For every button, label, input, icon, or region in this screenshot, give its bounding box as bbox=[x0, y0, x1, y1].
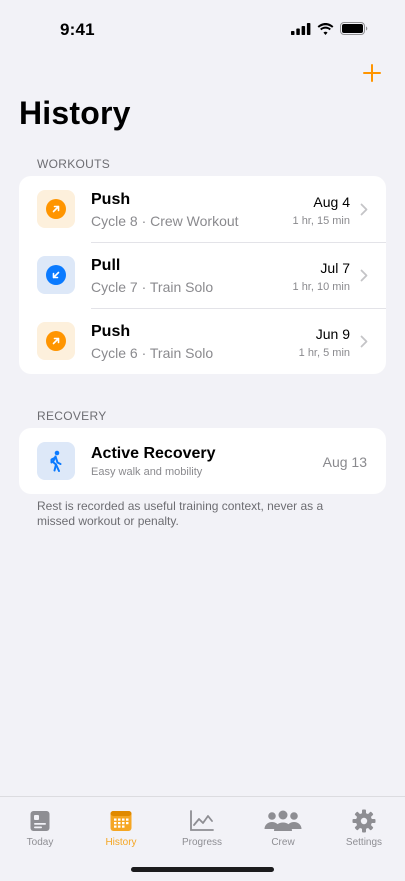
tab-progress[interactable]: Progress bbox=[167, 809, 237, 848]
tab-label: Today bbox=[26, 837, 54, 848]
chevron-right-icon bbox=[360, 269, 368, 282]
gear-icon bbox=[352, 809, 376, 833]
workout-row[interactable]: Push Cycle 6 · Train Solo Jun 9 1 hr, 5 … bbox=[19, 308, 386, 374]
arrow-up-right-icon bbox=[46, 199, 66, 219]
chevron-right-icon bbox=[360, 203, 368, 216]
workout-subtitle: Cycle 7 · Train Solo bbox=[91, 279, 214, 295]
add-button[interactable] bbox=[359, 60, 385, 86]
tab-label: Settings bbox=[345, 837, 383, 848]
wifi-icon bbox=[317, 22, 334, 35]
home-indicator bbox=[131, 867, 274, 872]
status-icons bbox=[291, 22, 368, 35]
workout-subtitle: Cycle 8 · Crew Workout bbox=[91, 213, 239, 229]
tab-label: Progress bbox=[181, 837, 222, 848]
workout-icon-tile bbox=[37, 190, 75, 228]
battery-icon bbox=[340, 22, 368, 35]
workout-row[interactable]: Push Cycle 8 · Crew Workout Aug 4 1 hr, … bbox=[19, 176, 386, 242]
plus-icon bbox=[363, 64, 381, 82]
recovery-card: Active Recovery Easy walk and mobility A… bbox=[19, 428, 386, 494]
recovery-date: Aug 13 bbox=[322, 454, 367, 470]
tab-label: Crew bbox=[271, 837, 295, 848]
workout-title: Push bbox=[91, 323, 131, 340]
workout-icon-tile bbox=[37, 256, 75, 294]
calendar-grid-icon bbox=[110, 811, 132, 831]
arrow-up-right-icon bbox=[46, 331, 66, 351]
workout-row[interactable]: Pull Cycle 7 · Train Solo Jul 7 1 hr, 10… bbox=[19, 242, 386, 308]
cellular-signal-icon bbox=[291, 22, 311, 35]
recovery-title: Active Recovery bbox=[91, 445, 216, 462]
workout-date: Jul 7 bbox=[320, 260, 350, 276]
recovery-row[interactable]: Active Recovery Easy walk and mobility A… bbox=[19, 428, 386, 494]
tab-crew[interactable]: Crew bbox=[248, 809, 318, 848]
workout-icon-tile bbox=[37, 322, 75, 360]
chart-line-icon bbox=[190, 810, 214, 831]
chevron-right-icon bbox=[360, 335, 368, 348]
page-title: History bbox=[19, 95, 131, 131]
arrow-down-left-icon bbox=[46, 265, 66, 285]
recovery-section-header: RECOVERY bbox=[37, 409, 107, 423]
today-card-icon bbox=[30, 811, 50, 831]
workout-date: Aug 4 bbox=[313, 194, 350, 210]
walking-figure-icon bbox=[50, 450, 62, 472]
workout-date: Jun 9 bbox=[315, 326, 350, 342]
status-time: 9:41 bbox=[60, 20, 95, 39]
workout-duration: 1 hr, 5 min bbox=[298, 347, 350, 359]
recovery-icon-tile bbox=[37, 442, 75, 480]
tab-settings[interactable]: Settings bbox=[329, 809, 399, 848]
tab-label: History bbox=[105, 837, 137, 848]
workouts-card: Push Cycle 8 · Crew Workout Aug 4 1 hr, … bbox=[19, 176, 386, 374]
workout-subtitle: Cycle 6 · Train Solo bbox=[91, 345, 214, 361]
people-icon bbox=[264, 810, 302, 831]
tab-history[interactable]: History bbox=[86, 809, 156, 848]
tab-today[interactable]: Today bbox=[5, 809, 75, 848]
workout-duration: 1 hr, 15 min bbox=[292, 215, 350, 227]
workout-title: Push bbox=[91, 191, 131, 208]
status-bar: 9:41 bbox=[0, 0, 405, 56]
workouts-section-header: WORKOUTS bbox=[37, 157, 111, 171]
workout-title: Pull bbox=[91, 257, 121, 274]
recovery-subtitle: Easy walk and mobility bbox=[91, 466, 203, 478]
recovery-footnote: Rest is recorded as useful training cont… bbox=[37, 499, 324, 528]
workout-duration: 1 hr, 10 min bbox=[292, 281, 350, 293]
